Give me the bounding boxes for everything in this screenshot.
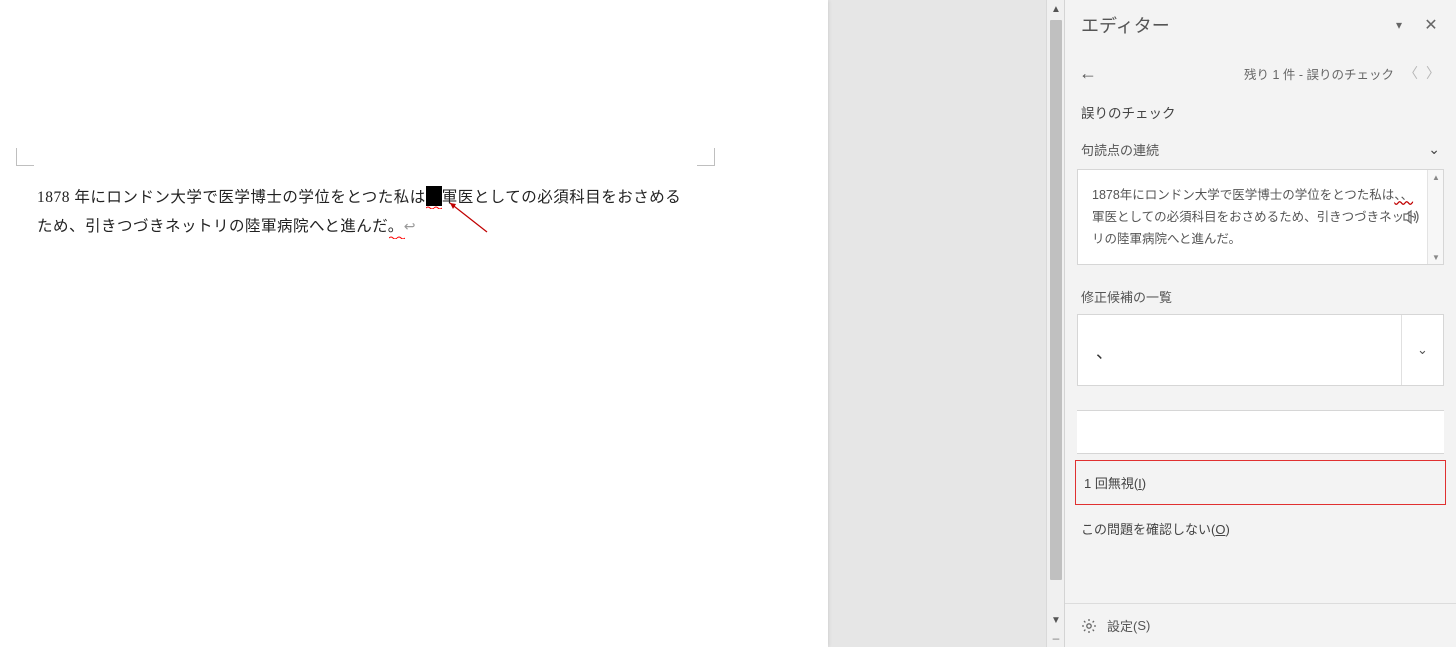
suggestions-label: 修正候補の一覧 <box>1065 265 1456 314</box>
back-arrow-icon[interactable]: ← <box>1079 63 1109 84</box>
margin-crop-right <box>697 148 715 166</box>
context-text[interactable]: 1878年にロンドン大学で医学博士の学位をとつた私は、、軍医としての必須科目をお… <box>1078 170 1427 264</box>
settings-button[interactable]: 設定(S) <box>1065 603 1456 647</box>
text-run[interactable]: 軍医としての必須科目をおさめる <box>442 189 682 206</box>
highlighted-error[interactable]: 、 <box>426 186 442 206</box>
nav-status-text: 残り 1 件 - 誤りのチェック <box>1244 64 1394 83</box>
close-icon[interactable]: ✕ <box>1420 14 1442 36</box>
spelling-squiggle <box>389 236 405 239</box>
settings-pre: 設定( <box>1107 616 1137 635</box>
dont-check-button[interactable]: この問題を確認しない(O) <box>1065 505 1456 552</box>
pane-options-button[interactable]: ▾ <box>1388 14 1410 36</box>
next-issue-button[interactable]: 〉 <box>1422 62 1444 84</box>
read-aloud-icon[interactable] <box>1403 209 1421 225</box>
rule-label: 句読点の連続 <box>1081 140 1159 159</box>
pane-nav: ← 残り 1 件 - 誤りのチェック 〈 〉 <box>1065 42 1456 92</box>
margin-crop-left <box>16 148 34 166</box>
ignore-once-pre: 1 回無視( <box>1084 476 1138 491</box>
context-post: 軍医としての必須科目をおさめるため、引きつづきネットリの陸軍病院へと進んだ。 <box>1092 210 1417 246</box>
chevron-down-icon[interactable]: ⌄ <box>1428 141 1440 158</box>
blank-list-area <box>1077 410 1444 454</box>
context-error: 、、 <box>1394 188 1413 202</box>
dont-check-post: ) <box>1225 522 1229 537</box>
ignore-once-post: ) <box>1142 476 1146 491</box>
text-run[interactable]: ため、引きつづきネットリの陸軍病院へと進んだ。 <box>37 218 404 235</box>
section-title: 誤りのチェック <box>1065 92 1456 128</box>
pane-title: エディター <box>1081 12 1378 38</box>
context-scroll-down-icon[interactable]: ▼ <box>1428 250 1444 264</box>
scroll-down-icon[interactable]: ▼ <box>1047 611 1065 629</box>
pane-header: エディター ▾ ✕ <box>1065 0 1456 42</box>
scroll-split-icon[interactable]: – <box>1047 629 1065 647</box>
scroll-up-icon[interactable]: ▲ <box>1047 0 1065 18</box>
paragraph[interactable]: 1878 年にロンドン大学で医学博士の学位をとつた私は、軍医としての必須科目をお… <box>37 183 792 242</box>
context-box: 1878年にロンドン大学で医学博士の学位をとつた私は、、軍医としての必須科目をお… <box>1077 169 1444 265</box>
text-run[interactable]: 1878 年にロンドン大学で医学博士の学位をとつた私は <box>37 189 426 206</box>
editor-pane: エディター ▾ ✕ ← 残り 1 件 - 誤りのチェック 〈 〉 誤りのチェック… <box>1064 0 1456 647</box>
document-scrollbar[interactable]: ▲ ▼ – <box>1046 0 1064 647</box>
settings-post: ) <box>1146 618 1150 633</box>
suggestion-item[interactable]: 、 ⌄ <box>1077 314 1444 386</box>
settings-key: S <box>1137 618 1146 633</box>
rule-row[interactable]: 句読点の連続 ⌄ <box>1065 128 1456 169</box>
scroll-thumb[interactable] <box>1050 20 1062 580</box>
context-scrollbar[interactable]: ▲ ▼ <box>1427 170 1443 264</box>
gear-icon <box>1081 618 1097 634</box>
paragraph-mark-icon: ↩ <box>404 220 416 235</box>
suggestion-dropdown-button[interactable]: ⌄ <box>1401 315 1443 385</box>
prev-issue-button[interactable]: 〈 <box>1400 62 1422 84</box>
document-area[interactable]: 1878 年にロンドン大学で医学博士の学位をとつた私は、軍医としての必須科目をお… <box>0 0 1046 647</box>
page[interactable]: 1878 年にロンドン大学で医学博士の学位をとつた私は、軍医としての必須科目をお… <box>0 0 828 647</box>
app-root: 1878 年にロンドン大学で医学博士の学位をとつた私は、軍医としての必須科目をお… <box>0 0 1456 647</box>
ignore-once-button[interactable]: 1 回無視(I) <box>1075 460 1446 505</box>
dont-check-key: O <box>1215 522 1225 537</box>
context-scroll-up-icon[interactable]: ▲ <box>1428 170 1444 184</box>
context-pre: 1878年にロンドン大学で医学博士の学位をとつた私は <box>1092 188 1394 202</box>
suggestion-text[interactable]: 、 <box>1078 338 1401 363</box>
dont-check-pre: この問題を確認しない( <box>1081 522 1215 537</box>
